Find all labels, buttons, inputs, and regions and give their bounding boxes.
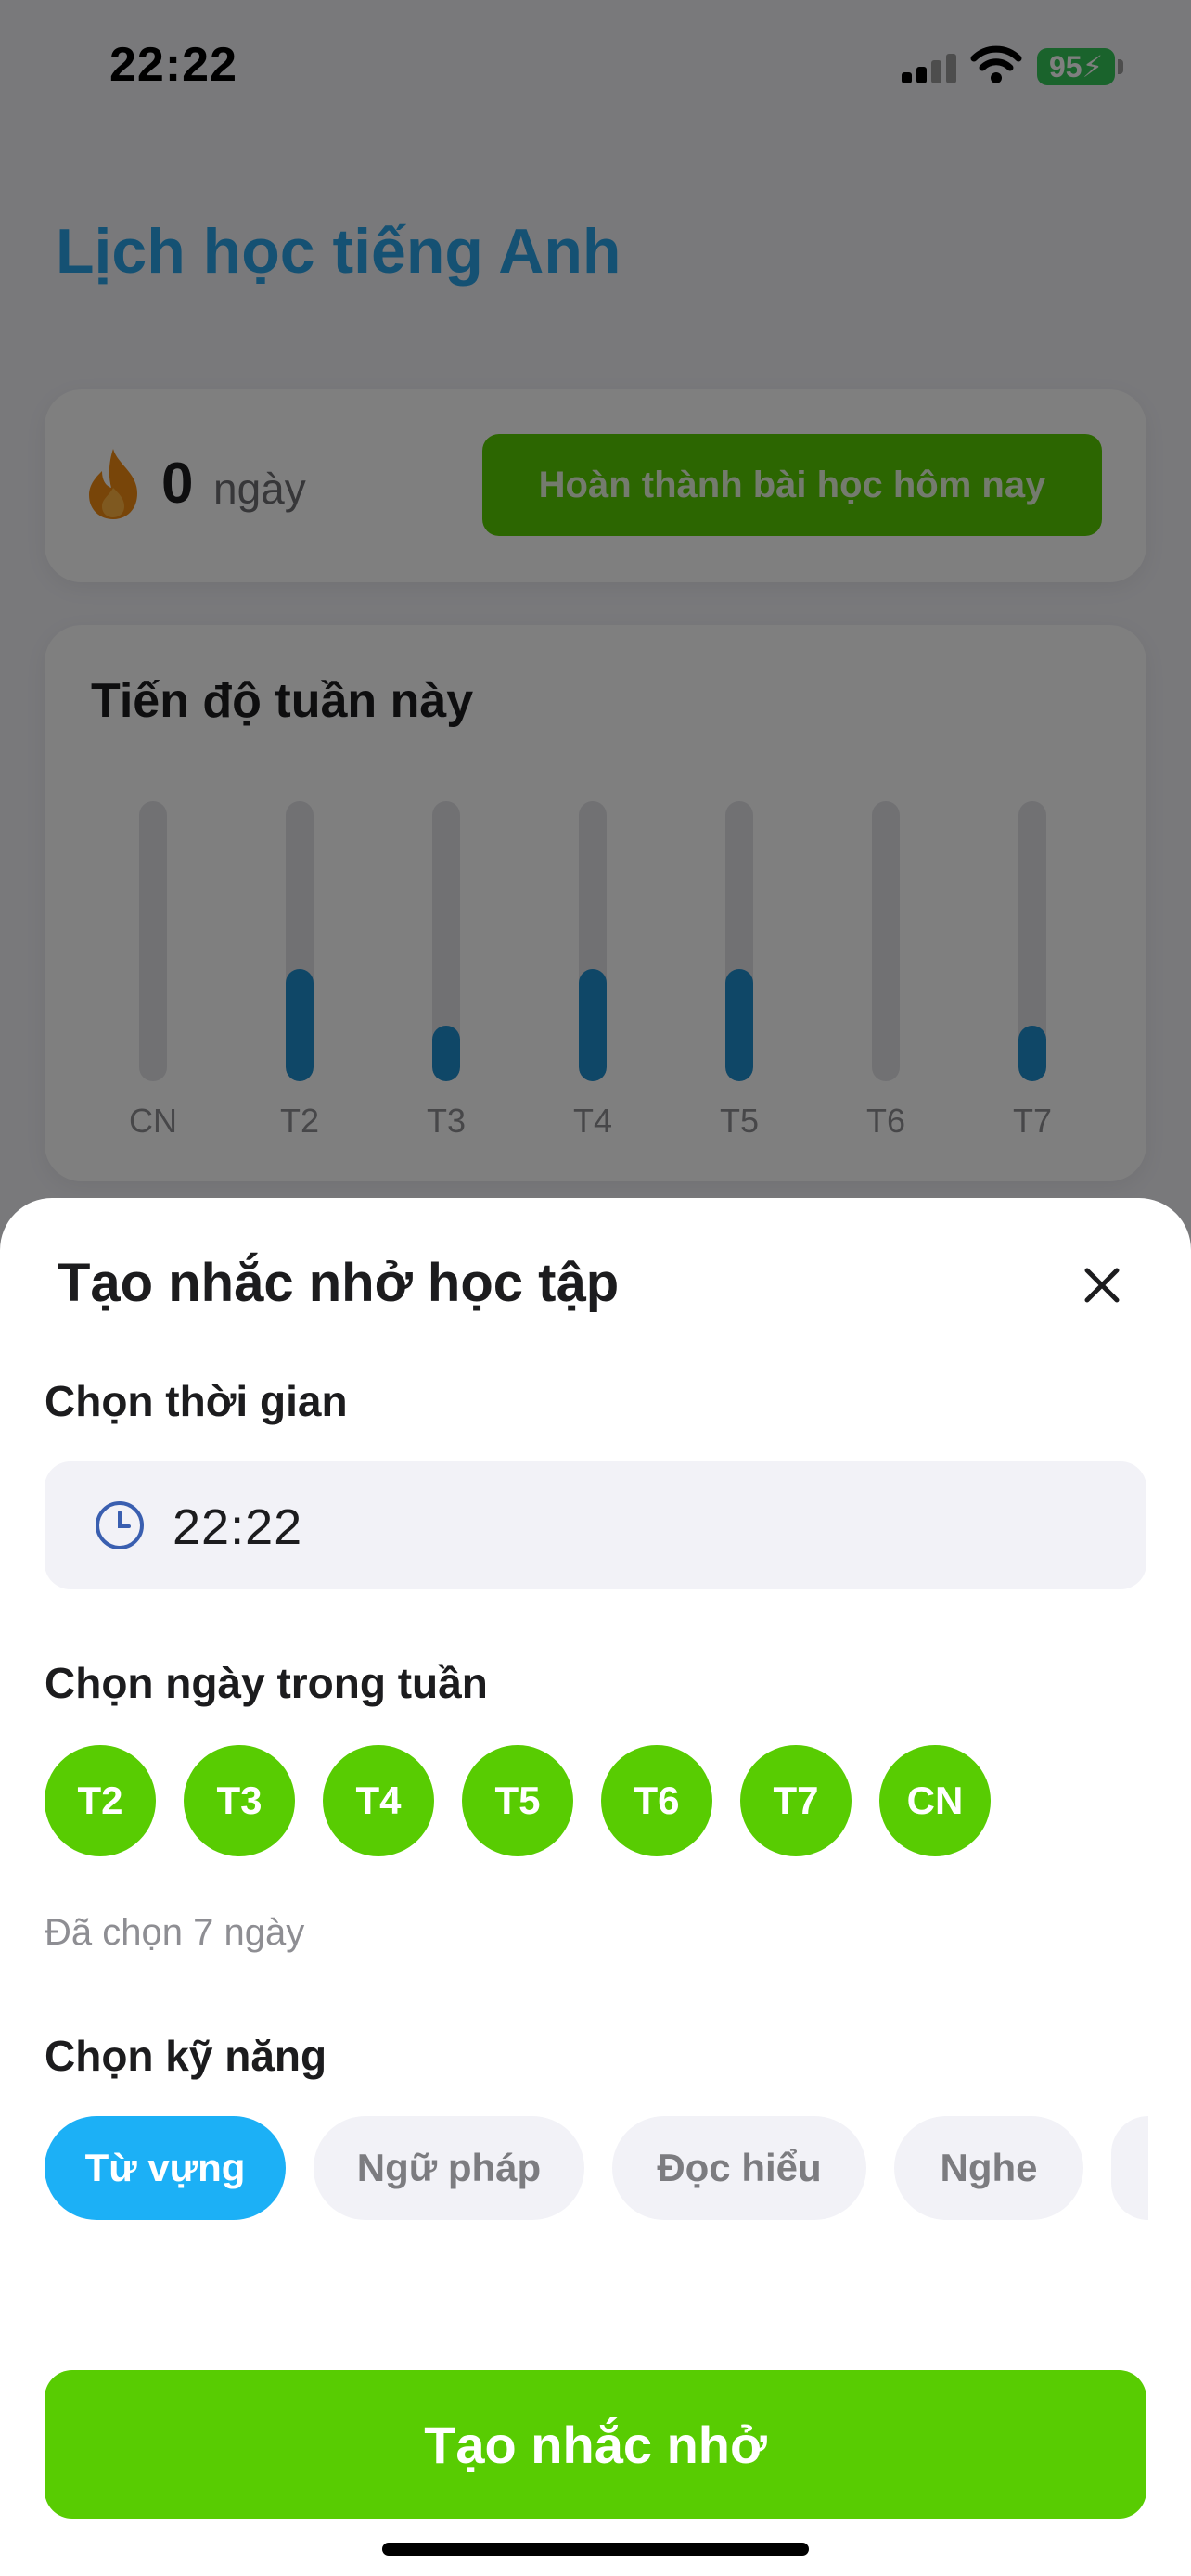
create-reminder-button[interactable]: Tạo nhắc nhở (45, 2370, 1146, 2519)
sheet-title: Tạo nhắc nhở học tập (58, 1253, 620, 1313)
time-section-label: Chọn thời gian (45, 1377, 348, 1425)
skill-chip-vocabulary[interactable]: Từ vựng (45, 2116, 286, 2220)
day-chip-t6[interactable]: T6 (601, 1745, 712, 1856)
day-chip-t7[interactable]: T7 (740, 1745, 852, 1856)
time-picker-field[interactable]: 22:22 (45, 1461, 1146, 1589)
day-chip-t4[interactable]: T4 (323, 1745, 434, 1856)
skill-chip-reading[interactable]: Đọc hiểu (612, 2116, 866, 2220)
day-chip-t3[interactable]: T3 (184, 1745, 295, 1856)
close-icon (1084, 1268, 1120, 1303)
days-selected-count: Đã chọn 7 ngày (45, 1912, 305, 1953)
reminder-sheet: Tạo nhắc nhở học tập Chọn thời gian 22:2… (0, 1198, 1191, 2576)
day-chip-t5[interactable]: T5 (462, 1745, 573, 1856)
skills-section-label: Chọn kỹ năng (45, 2032, 327, 2080)
clock-icon (96, 1501, 144, 1549)
close-button[interactable] (1065, 1248, 1139, 1322)
day-chip-t2[interactable]: T2 (45, 1745, 156, 1856)
home-indicator (382, 2543, 809, 2556)
day-chip-cn[interactable]: CN (879, 1745, 991, 1856)
skill-chip-more[interactable] (1111, 2116, 1148, 2220)
skill-chip-listening[interactable]: Nghe (894, 2116, 1083, 2220)
days-section-label: Chọn ngày trong tuần (45, 1659, 488, 1707)
time-value: 22:22 (173, 1499, 303, 1555)
skill-chip-grammar[interactable]: Ngữ pháp (314, 2116, 584, 2220)
